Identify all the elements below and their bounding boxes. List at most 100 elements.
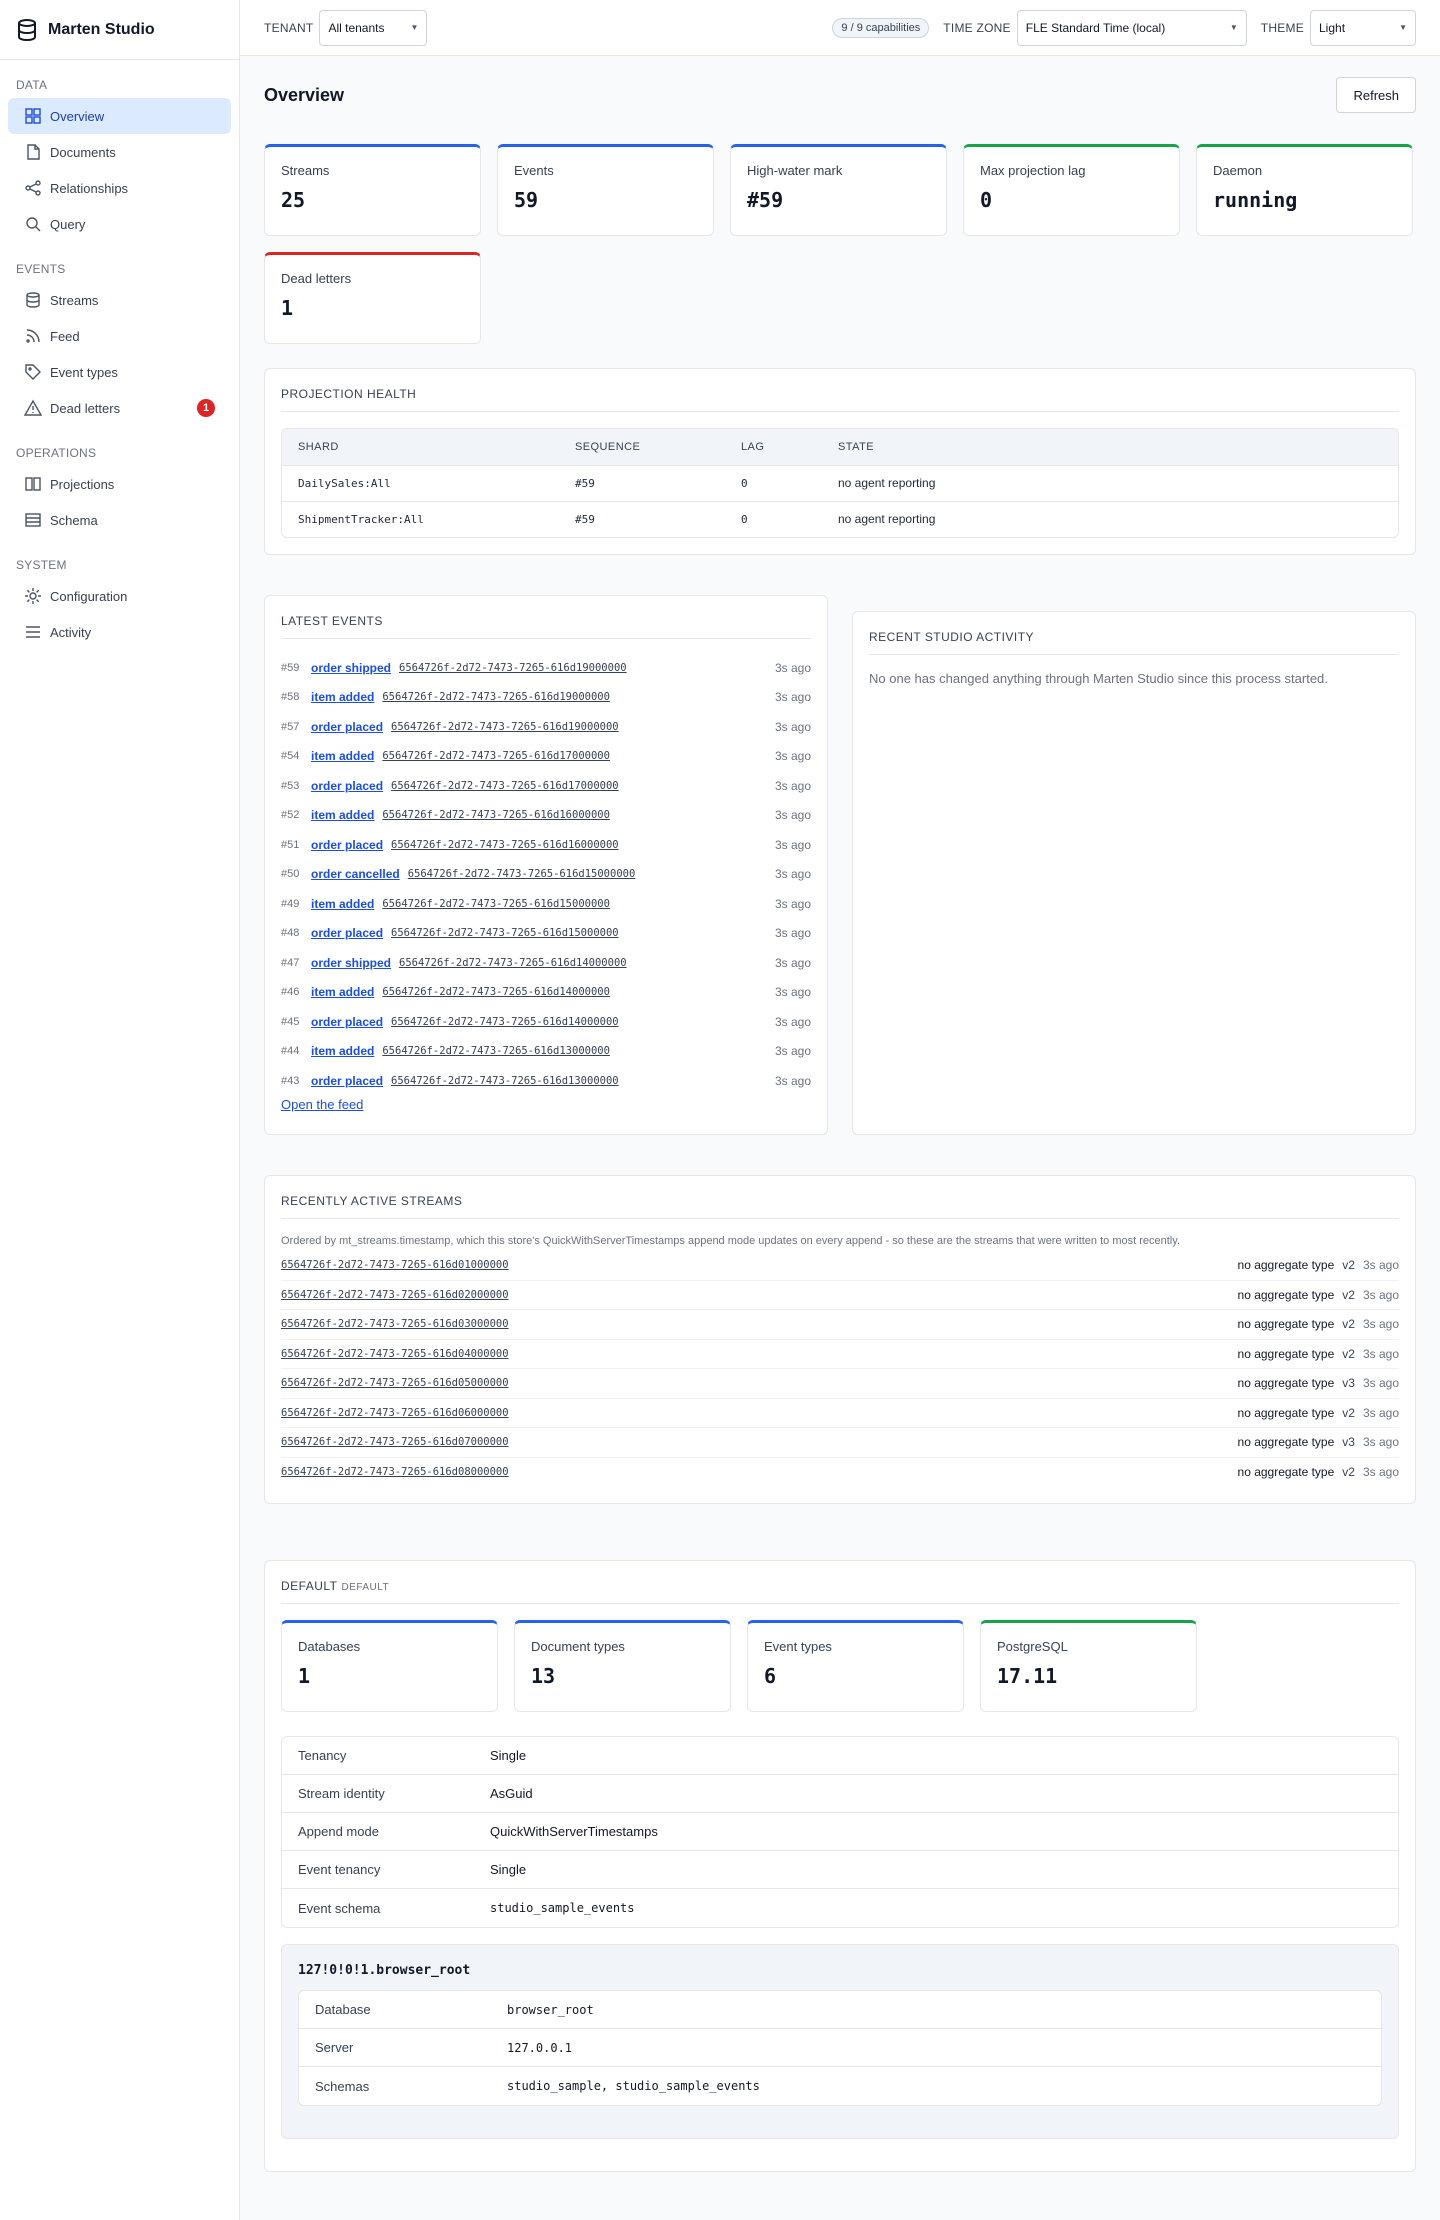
stat-value: running xyxy=(1213,188,1298,212)
stream-age: 3s ago xyxy=(1362,1258,1399,1273)
table-icon xyxy=(24,511,42,529)
stat-label: Document types xyxy=(531,1639,625,1654)
event-type-link[interactable]: order shipped xyxy=(311,956,391,970)
sidebar-item-event-types[interactable]: Event types xyxy=(8,354,231,390)
sidebar-item-schema[interactable]: Schema xyxy=(8,502,231,538)
event-stream-link[interactable]: 6564726f-2d72-7473-7265-616d15000000 xyxy=(391,927,619,939)
event-type-link[interactable]: order cancelled xyxy=(311,867,400,881)
stream-row: 6564726f-2d72-7473-7265-616d02000000 no a… xyxy=(281,1281,1399,1310)
event-stream-link[interactable]: 6564726f-2d72-7473-7265-616d16000000 xyxy=(391,839,619,851)
sidebar-item-dead-letters[interactable]: Dead letters 1 xyxy=(8,390,231,426)
event-stream-link[interactable]: 6564726f-2d72-7473-7265-616d15000000 xyxy=(382,898,610,910)
sidebar-item-query[interactable]: Query xyxy=(8,206,231,242)
event-stream-link[interactable]: 6564726f-2d72-7473-7265-616d15000000 xyxy=(408,868,636,880)
stat-value: 17.11 xyxy=(997,1664,1058,1688)
stream-id-link[interactable]: 6564726f-2d72-7473-7265-616d05000000 xyxy=(281,1377,509,1389)
latest-events-list: #59 order shipped 6564726f-2d72-7473-7265-… xyxy=(281,653,811,1096)
event-type-link[interactable]: order placed xyxy=(311,720,383,734)
stat-label: PostgreSQL xyxy=(997,1639,1068,1654)
stream-age: 3s ago xyxy=(1362,1435,1399,1450)
sidebar-item-documents[interactable]: Documents xyxy=(8,134,231,170)
event-type-link[interactable]: item added xyxy=(311,985,374,999)
event-type-link[interactable]: order placed xyxy=(311,1015,383,1029)
event-stream-link[interactable]: 6564726f-2d72-7473-7265-616d19000000 xyxy=(391,721,619,733)
stream-id-link[interactable]: 6564726f-2d72-7473-7265-616d03000000 xyxy=(281,1318,509,1330)
event-type-link[interactable]: order placed xyxy=(311,838,383,852)
stream-row: 6564726f-2d72-7473-7265-616d01000000 no a… xyxy=(281,1251,1399,1281)
setting-value: 127.0.0.1 xyxy=(507,2040,573,2055)
stream-version: v2 xyxy=(1342,1287,1355,1302)
sidebar-item-feed[interactable]: Feed xyxy=(8,318,231,354)
event-stream-link[interactable]: 6564726f-2d72-7473-7265-616d17000000 xyxy=(382,750,610,762)
event-row: #48 order placed 6564726f-2d72-7473-7265-6… xyxy=(281,919,811,949)
event-row: #49 item added 6564726f-2d72-7473-7265-616… xyxy=(281,889,811,919)
theme-select[interactable]: Light ▼ xyxy=(1310,9,1416,46)
sidebar-item-projections[interactable]: Projections xyxy=(8,466,231,502)
nav-section-title: OPERATIONS xyxy=(16,446,97,460)
stream-id-link[interactable]: 6564726f-2d72-7473-7265-616d02000000 xyxy=(281,1289,509,1301)
timezone-select[interactable]: FLE Standard Time (local) ▼ xyxy=(1016,9,1247,46)
event-sequence: #50 xyxy=(281,868,300,881)
stream-id-link[interactable]: 6564726f-2d72-7473-7265-616d07000000 xyxy=(281,1436,509,1448)
sidebar-item-overview[interactable]: Overview xyxy=(8,98,231,134)
event-age: 3s ago xyxy=(774,1044,811,1059)
sidebar-item-relationships[interactable]: Relationships xyxy=(8,170,231,206)
recent-streams-note: Ordered by mt_streams.timestamp, which t… xyxy=(281,1235,1180,1247)
table-row[interactable]: DailySales:All #59 0 no agent reporting xyxy=(282,464,1398,501)
brand[interactable]: Marten Studio xyxy=(0,0,239,60)
event-type-link[interactable]: item added xyxy=(311,1044,374,1058)
sidebar-item-label: Dead letters xyxy=(50,400,121,416)
event-age: 3s ago xyxy=(774,985,811,1000)
event-stream-link[interactable]: 6564726f-2d72-7473-7265-616d14000000 xyxy=(399,957,627,969)
sidebar-item-activity[interactable]: Activity xyxy=(8,614,231,650)
event-type-link[interactable]: order placed xyxy=(311,779,383,793)
theme-label: THEME xyxy=(1260,20,1304,35)
event-type-link[interactable]: item added xyxy=(311,690,374,704)
stream-aggregate-type: no aggregate type xyxy=(1237,1346,1335,1361)
sidebar-item-label: Documents xyxy=(50,144,116,160)
event-type-link[interactable]: order placed xyxy=(311,1074,383,1088)
sidebar-item-label: Query xyxy=(50,216,86,232)
table-row[interactable]: ShipmentTracker:All #59 0 no agent reportin… xyxy=(282,500,1398,537)
event-stream-link[interactable]: 6564726f-2d72-7473-7265-616d19000000 xyxy=(382,691,610,703)
event-stream-link[interactable]: 6564726f-2d72-7473-7265-616d16000000 xyxy=(382,809,610,821)
event-type-link[interactable]: order shipped xyxy=(311,661,391,675)
stream-id-link[interactable]: 6564726f-2d72-7473-7265-616d04000000 xyxy=(281,1348,509,1360)
stat-label: Max projection lag xyxy=(980,163,1086,178)
stream-id-link[interactable]: 6564726f-2d72-7473-7265-616d06000000 xyxy=(281,1407,509,1419)
grid-icon xyxy=(24,107,42,125)
table-header-row: SHARD SEQUENCE LAG STATE xyxy=(282,429,1398,465)
default-store-card: DEFAULT DEFAULT Databases 1 Document types 1… xyxy=(264,1560,1416,2172)
database-panel: 127!0!0!1.browser_root Database browser_r… xyxy=(281,1944,1399,2139)
stat-label: High-water mark xyxy=(747,163,843,178)
nav-section-title: EVENTS xyxy=(16,262,66,276)
sidebar-item-streams[interactable]: Streams xyxy=(8,282,231,318)
refresh-button[interactable]: Refresh xyxy=(1336,77,1416,113)
share-icon xyxy=(24,179,42,197)
events-activity-row: LATEST EVENTS #59 order shipped 6564726f-2… xyxy=(264,595,1416,1135)
open-feed-link[interactable]: Open the feed xyxy=(281,1097,363,1112)
stream-id-link[interactable]: 6564726f-2d72-7473-7265-616d01000000 xyxy=(281,1259,509,1271)
sidebar-item-configuration[interactable]: Configuration xyxy=(8,578,231,614)
event-type-link[interactable]: item added xyxy=(311,897,374,911)
tenant-select[interactable]: All tenants ▼ xyxy=(319,9,428,46)
event-type-link[interactable]: item added xyxy=(311,749,374,763)
state-cell: no agent reporting xyxy=(822,500,1398,537)
event-sequence: #48 xyxy=(281,927,300,940)
event-stream-link[interactable]: 6564726f-2d72-7473-7265-616d17000000 xyxy=(391,780,619,792)
dead-letters-badge: 1 xyxy=(197,399,215,417)
event-stream-link[interactable]: 6564726f-2d72-7473-7265-616d14000000 xyxy=(391,1016,619,1028)
event-type-link[interactable]: item added xyxy=(311,808,374,822)
event-type-link[interactable]: order placed xyxy=(311,926,383,940)
stream-id-link[interactable]: 6564726f-2d72-7473-7265-616d08000000 xyxy=(281,1466,509,1478)
event-stream-link[interactable]: 6564726f-2d72-7473-7265-616d13000000 xyxy=(391,1075,619,1087)
stat-label: Databases xyxy=(298,1639,361,1654)
stream-version: v2 xyxy=(1342,1346,1355,1361)
event-stream-link[interactable]: 6564726f-2d72-7473-7265-616d14000000 xyxy=(382,986,610,998)
event-stream-link[interactable]: 6564726f-2d72-7473-7265-616d13000000 xyxy=(382,1045,610,1057)
event-age: 3s ago xyxy=(774,1073,811,1088)
event-row: #45 order placed 6564726f-2d72-7473-7265-6… xyxy=(281,1007,811,1037)
event-stream-link[interactable]: 6564726f-2d72-7473-7265-616d19000000 xyxy=(399,662,627,674)
list-icon xyxy=(24,623,42,641)
event-sequence: #52 xyxy=(281,809,300,822)
